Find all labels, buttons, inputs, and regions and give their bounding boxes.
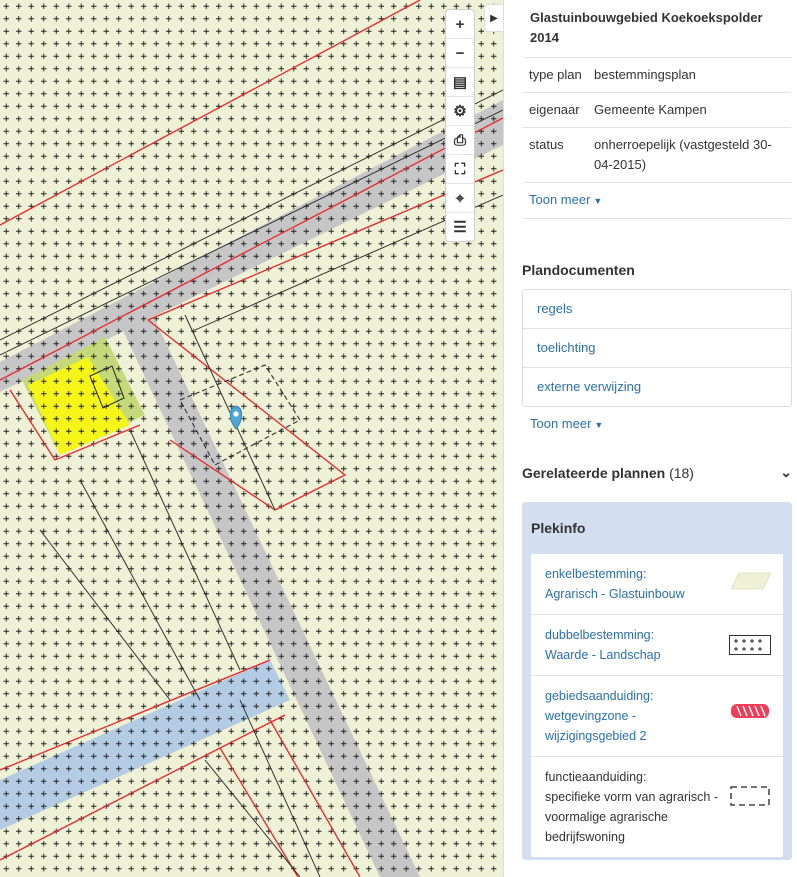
- doc-link-regels[interactable]: regels: [523, 290, 791, 329]
- doc-link-toelichting[interactable]: toelichting: [523, 329, 791, 368]
- collapse-panel-button[interactable]: ▶: [485, 5, 503, 31]
- info-row-type: type plan bestemmingsplan: [523, 57, 791, 92]
- info-show-more-row: Toon meer ▼: [523, 182, 791, 219]
- waarde-landschap-pattern: [0, 0, 503, 877]
- info-row-status: status onherroepelijk (vastgesteld 30-04…: [523, 127, 791, 182]
- plekinfo-list: enkelbestemming: Agrarisch - Glastuinbou…: [531, 554, 783, 857]
- caret-down-icon: ▼: [594, 420, 604, 430]
- info-key: type plan: [529, 67, 582, 82]
- plekinfo-value: voormalige agrarische: [545, 810, 668, 824]
- plandocumenten-heading: Plandocumenten: [522, 262, 635, 278]
- plan-info-table: type plan bestemmingsplan eigenaar Gemee…: [523, 57, 791, 219]
- caret-down-icon: ▼: [593, 196, 603, 206]
- map-toolbar: + − ▤ ⚙ ⎙ ⛶ ⌖ ☰: [446, 10, 474, 241]
- parallelogram-swatch-icon: [731, 572, 771, 590]
- docs-show-more-label: Toon meer: [530, 416, 592, 431]
- chevron-down-icon[interactable]: ⌄: [780, 464, 792, 481]
- dashed-rect-swatch-icon: [730, 786, 770, 806]
- info-key: status: [529, 137, 564, 152]
- zoom-in-button[interactable]: +: [446, 10, 474, 39]
- chevron-right-icon: ▶: [490, 12, 498, 24]
- layers-button[interactable]: ▤: [446, 68, 474, 97]
- plekinfo-value: wijzigingsgebied 2: [545, 729, 647, 743]
- legend-button[interactable]: ☰: [446, 213, 474, 241]
- plekinfo-box: Plekinfo enkelbestemming: Agrarisch - Gl…: [522, 502, 792, 860]
- related-count: (18): [669, 465, 694, 481]
- gerelateerde-plannen-header[interactable]: Gerelateerde plannen (18) ⌄: [522, 464, 792, 481]
- fullscreen-button[interactable]: ⛶: [446, 155, 474, 184]
- plus-grid-swatch-icon: [729, 635, 771, 655]
- print-button[interactable]: ⎙: [446, 126, 474, 155]
- red-hatched-swatch-icon: [731, 704, 769, 718]
- map-canvas[interactable]: [0, 0, 503, 877]
- docs-show-more: Toon meer ▼: [530, 415, 603, 433]
- plekinfo-title: Plekinfo: [531, 520, 586, 536]
- plekinfo-item-functieaanduiding[interactable]: functieaanduiding: specifieke vorm van a…: [531, 757, 783, 857]
- info-value: Gemeente Kampen: [594, 102, 707, 117]
- info-row-eigenaar: eigenaar Gemeente Kampen: [523, 92, 791, 127]
- show-more-link[interactable]: Toon meer ▼: [529, 190, 602, 211]
- zoom-out-button[interactable]: −: [446, 39, 474, 68]
- show-more-label: Toon meer: [529, 192, 591, 207]
- plekinfo-label: functieaanduiding:: [545, 770, 647, 784]
- related-title: Gerelateerde plannen: [522, 465, 666, 481]
- map-view[interactable]: + − ▤ ⚙ ⎙ ⛶ ⌖ ☰ ▶: [0, 0, 503, 877]
- plandocumenten-list: regels toelichting externe verwijzing: [522, 289, 792, 407]
- plekinfo-item-gebiedsaanduiding[interactable]: gebiedsaanduiding: wetgevingzone - wijzi…: [531, 676, 783, 757]
- settings-button[interactable]: ⚙: [446, 97, 474, 126]
- plan-title: Glastuinbouwgebied Koekoekspolder 2014: [530, 10, 763, 45]
- info-panel: Glastuinbouwgebied Koekoekspolder 2014 t…: [503, 0, 797, 877]
- info-value: bestemmingsplan: [594, 67, 696, 82]
- info-key: eigenaar: [529, 102, 580, 117]
- info-value: onherroepelijk (vastgesteld 30-04-2015): [594, 137, 772, 172]
- doc-link-externe-verwijzing[interactable]: externe verwijzing: [523, 368, 791, 406]
- locate-button[interactable]: ⌖: [446, 184, 474, 213]
- docs-show-more-link[interactable]: Toon meer ▼: [530, 416, 603, 431]
- plekinfo-item-enkelbestemming[interactable]: enkelbestemming: Agrarisch - Glastuinbou…: [531, 554, 783, 615]
- plekinfo-item-dubbelbestemming[interactable]: dubbelbestemming: Waarde - Landschap: [531, 615, 783, 676]
- plekinfo-value: bedrijfswoning: [545, 830, 625, 844]
